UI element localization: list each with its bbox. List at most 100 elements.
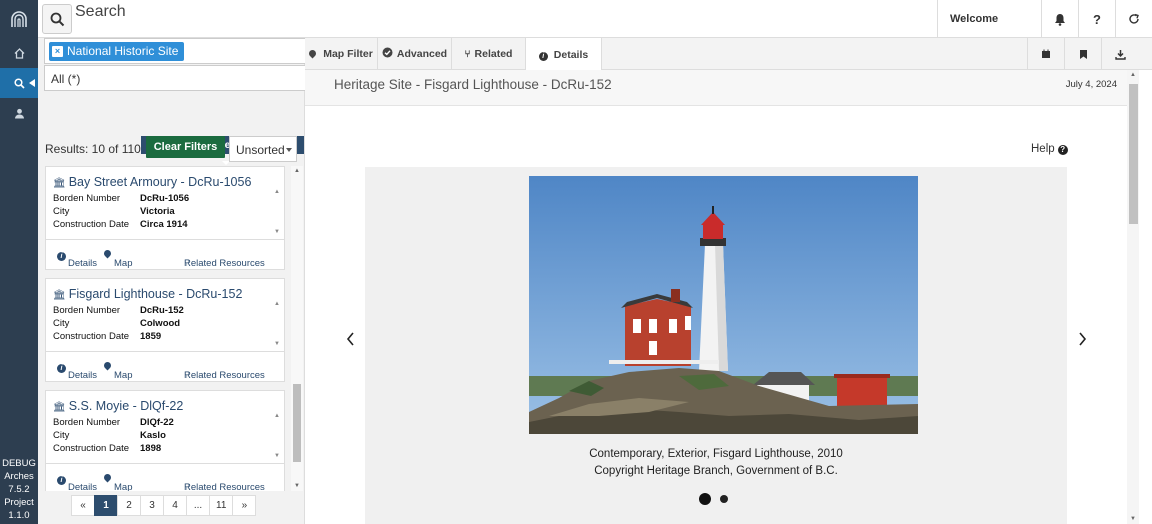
- field-value: Victoria: [140, 206, 175, 217]
- carousel-dot-active[interactable]: [699, 492, 711, 505]
- map-link[interactable]: Map: [102, 472, 132, 491]
- search-toggle-button[interactable]: [42, 4, 72, 34]
- sort-select-value: Unsorted: [236, 143, 285, 157]
- map-label: Map: [114, 258, 133, 269]
- user-icon: [14, 108, 24, 118]
- info-icon: i: [57, 252, 66, 261]
- result-title: S.S. Moyie - DlQf-22: [68, 399, 184, 413]
- field-label: Borden Number: [53, 193, 121, 204]
- map-marker-icon: [307, 48, 319, 60]
- details-link[interactable]: i Details: [57, 249, 97, 269]
- page-11[interactable]: 11: [209, 495, 234, 516]
- nav-profile[interactable]: [0, 98, 38, 128]
- chevron-left-icon: [346, 332, 354, 346]
- clear-filters-button[interactable]: Clear Filters: [146, 136, 225, 158]
- arches-logo[interactable]: [0, 0, 38, 38]
- left-navigation: DEBUG Arches 7.5.2 Project 1.1.0: [0, 0, 38, 524]
- bookmark-button[interactable]: [1064, 38, 1101, 70]
- field-label: City: [53, 318, 70, 329]
- term-filter-input[interactable]: × National Historic Site: [44, 38, 336, 64]
- map-label: Map: [114, 482, 133, 491]
- scroll-up-icon[interactable]: ▲: [294, 168, 300, 174]
- field-label: Construction Date: [53, 443, 130, 454]
- debug-line: Arches: [4, 471, 34, 482]
- calendar-button[interactable]: [1027, 38, 1064, 70]
- field-label: Construction Date: [53, 219, 130, 230]
- result-card: 🏛 Bay Street Armoury - DcRu-1056 Borden N…: [45, 166, 285, 270]
- result-title-link[interactable]: 🏛 Fisgard Lighthouse - DcRu-152: [53, 287, 242, 301]
- field-label: Borden Number: [53, 305, 121, 316]
- search-sidebar: × National Historic Site All (*) QA Type…: [38, 38, 336, 524]
- image-caption: Contemporary, Exterior, Fisgard Lighthou…: [589, 448, 843, 460]
- main-panel: Map Filter Advanced ⑂ Related i Details He…: [305, 38, 1152, 524]
- top-bar: Search Welcome ?: [38, 0, 1152, 38]
- resource-select[interactable]: All (*): [44, 65, 336, 91]
- refresh-button[interactable]: [1115, 0, 1152, 38]
- result-field: City Colwood: [53, 318, 180, 329]
- info-icon: i: [57, 364, 66, 373]
- scroll-up-icon[interactable]: ▲: [1130, 72, 1136, 78]
- field-label: City: [53, 430, 70, 441]
- help-button[interactable]: ?: [1078, 0, 1115, 38]
- remove-tag-icon[interactable]: ×: [52, 46, 63, 57]
- page-next[interactable]: »: [232, 495, 257, 516]
- result-title-link[interactable]: 🏛 Bay Street Armoury - DcRu-1056: [53, 175, 251, 189]
- field-value: DlQf-22: [140, 417, 174, 428]
- resource-select-value: All (*): [51, 72, 81, 86]
- search-icon: [50, 12, 64, 26]
- results-count: Results: 10 of 110: [45, 142, 141, 156]
- scroll-down-icon[interactable]: ▼: [1130, 516, 1136, 522]
- notifications-button[interactable]: [1041, 0, 1078, 38]
- help-link[interactable]: Help?: [1031, 143, 1068, 155]
- page-ellipsis: ...: [186, 495, 210, 516]
- map-pin-icon: [102, 248, 113, 259]
- results-scrollbar[interactable]: ▲ ▼: [291, 166, 303, 491]
- tab-related[interactable]: ⑂ Related: [452, 38, 526, 70]
- scroll-down-icon[interactable]: ▼: [294, 483, 300, 489]
- welcome-menu[interactable]: Welcome: [937, 0, 1041, 38]
- carousel-dot[interactable]: [720, 494, 729, 503]
- result-card-footer: i Details Map ⑂ Related Resources: [46, 239, 284, 269]
- scrollbar-thumb[interactable]: [1129, 84, 1138, 224]
- result-title-link[interactable]: 🏛 S.S. Moyie - DlQf-22: [53, 399, 183, 413]
- nav-home[interactable]: [0, 38, 38, 68]
- field-label: City: [53, 206, 70, 217]
- debug-line: Project: [4, 497, 34, 508]
- bank-building-icon: 🏛: [53, 290, 66, 301]
- main-scrollbar[interactable]: ▲ ▼: [1127, 70, 1139, 524]
- bookmark-icon: [1079, 49, 1087, 59]
- tab-advanced[interactable]: Advanced: [378, 38, 452, 70]
- carousel-next-button[interactable]: [1077, 332, 1087, 351]
- card-scrollbar[interactable]: [274, 413, 282, 459]
- result-card-footer: i Details Map ⑂ Related Resources: [46, 351, 284, 381]
- field-label: Construction Date: [53, 331, 130, 342]
- result-title: Bay Street Armoury - DcRu-1056: [68, 175, 252, 189]
- page-1[interactable]: 1: [94, 495, 118, 516]
- page-3[interactable]: 3: [140, 495, 164, 516]
- result-card: 🏛 Fisgard Lighthouse - DcRu-152 Borden Nu…: [45, 278, 285, 382]
- download-button[interactable]: [1101, 38, 1138, 70]
- page-prev[interactable]: «: [71, 495, 95, 516]
- field-value: Circa 1914: [140, 219, 188, 230]
- map-link[interactable]: Map: [102, 248, 132, 269]
- filter-tag-label: National Historic Site: [67, 44, 179, 58]
- report-title: Heritage Site - Fisgard Lighthouse - DcR…: [334, 77, 612, 92]
- details-link[interactable]: i Details: [57, 361, 97, 381]
- tab-map-filter[interactable]: Map Filter: [305, 38, 378, 70]
- carousel-prev-button[interactable]: [346, 332, 356, 351]
- page-2[interactable]: 2: [117, 495, 141, 516]
- tab-label: Details: [553, 48, 589, 61]
- scrollbar-thumb[interactable]: [293, 384, 301, 462]
- sort-select[interactable]: Unsorted: [229, 136, 297, 162]
- map-pin-icon: [102, 472, 113, 483]
- tab-details[interactable]: i Details: [526, 38, 602, 71]
- card-scrollbar[interactable]: [274, 189, 282, 235]
- details-link[interactable]: i Details: [57, 473, 97, 491]
- nav-search[interactable]: [0, 68, 38, 98]
- page-4[interactable]: 4: [163, 495, 187, 516]
- map-link[interactable]: Map: [102, 360, 132, 381]
- card-scrollbar[interactable]: [274, 301, 282, 347]
- calendar-icon: [1042, 49, 1050, 58]
- help-label: Help: [1031, 143, 1055, 155]
- filter-tag[interactable]: × National Historic Site: [49, 42, 185, 61]
